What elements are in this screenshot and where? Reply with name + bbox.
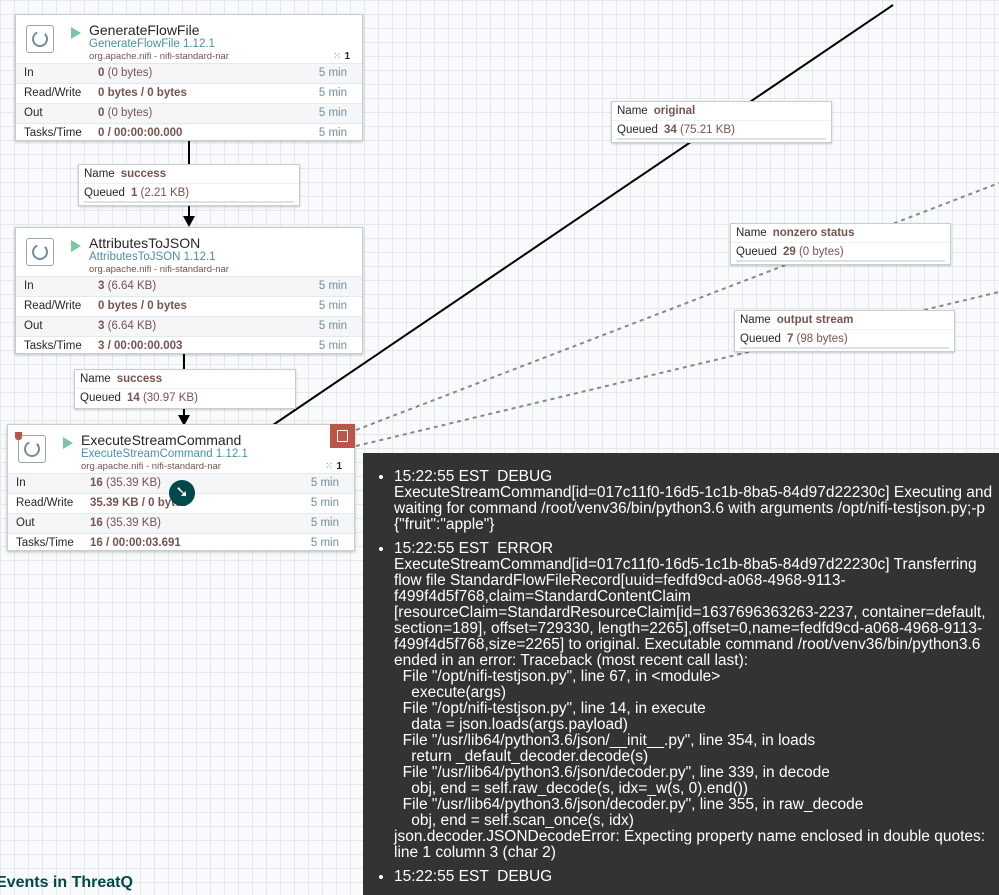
connection-label-success-2[interactable]: Name success Queued 14 (30.97 KB) [74, 369, 296, 409]
processor-generateflowfile[interactable]: GenerateFlowFile GenerateFlowFile 1.12.1… [15, 14, 363, 141]
processor-type: ExecuteStreamCommand 1.12.1 [81, 448, 248, 460]
processor-name: GenerateFlowFile [89, 22, 200, 38]
processor-attributestojson[interactable]: AttributesToJSON AttributesToJSON 1.12.1… [15, 227, 363, 354]
bottom-link-events[interactable]: Events in ThreatQ [0, 874, 133, 892]
link-nonzero-status [355, 182, 999, 431]
arrowhead-icon [183, 216, 195, 227]
link-original [272, 4, 894, 426]
running-icon [71, 27, 81, 39]
connection-label-original[interactable]: Name original Queued 34 (75.21 KB) [611, 101, 832, 143]
processor-bundle: org.apache.nifi - nifi-standard-nar [89, 51, 229, 62]
processor-bundle: org.apache.nifi - nifi-standard-nar [81, 461, 221, 472]
processor-bundle: org.apache.nifi - nifi-standard-nar [89, 264, 229, 275]
processor-icon [26, 25, 54, 53]
processor-type: AttributesToJSON 1.12.1 [89, 251, 216, 263]
active-tasks: ⁙ 1 [325, 461, 342, 472]
processor-name: ExecuteStreamCommand [81, 432, 242, 448]
processor-header: GenerateFlowFile GenerateFlowFile 1.12.1… [16, 15, 362, 63]
bulletin-tooltip: 15:22:55 EST DEBUG ExecuteStreamCommand[… [363, 453, 999, 895]
stat-in: In 3 (6.64 KB) 5 min [16, 276, 362, 296]
restricted-shield-icon [15, 432, 22, 440]
queue-bar [736, 260, 945, 262]
stat-read-write: Read/Write 0 bytes / 0 bytes 5 min [16, 83, 362, 103]
queue-bar [617, 138, 826, 140]
processor-header: AttributesToJSON AttributesToJSON 1.12.1… [16, 228, 362, 276]
processor-icon [26, 238, 54, 266]
queue-bar [740, 347, 949, 349]
running-icon [63, 437, 73, 449]
stat-tasks-time: Tasks/Time 16 / 00:00:03.691 5 min [8, 533, 354, 553]
stat-in: In 0 (0 bytes) 5 min [16, 63, 362, 83]
threads-icon: ⁙ [333, 51, 342, 62]
stat-out: Out 3 (6.64 KB) 5 min [16, 316, 362, 336]
stat-out: Out 0 (0 bytes) 5 min [16, 103, 362, 123]
connection-label-output-stream[interactable]: Name output stream Queued 7 (98 bytes) [734, 310, 955, 352]
connection-label-nonzero-status[interactable]: Name nonzero status Queued 29 (0 bytes) [730, 223, 951, 265]
connection-label-success-1[interactable]: Name success Queued 1 (2.21 KB) [78, 164, 300, 206]
processor-name: AttributesToJSON [89, 235, 201, 251]
bulletin-indicator-icon[interactable] [330, 424, 355, 448]
cursor-icon: ➘ [169, 480, 195, 506]
threads-icon: ⁙ [325, 461, 334, 472]
stat-read-write: Read/Write 0 bytes / 0 bytes 5 min [16, 296, 362, 316]
processor-header: ExecuteStreamCommand ExecuteStreamComman… [8, 425, 354, 473]
active-tasks: ⁙ 1 [333, 51, 350, 62]
queue-bar [84, 201, 294, 203]
processor-type: GenerateFlowFile 1.12.1 [89, 38, 215, 50]
bulletin-entry: 15:22:55 EST DEBUG ExecuteStreamCommand[… [394, 469, 999, 533]
bulletin-entry: 15:22:55 EST ERROR ExecuteStreamCommand[… [394, 541, 999, 861]
stat-tasks-time: Tasks/Time 0 / 00:00:00.000 5 min [16, 123, 362, 143]
processor-icon [18, 435, 46, 463]
flow-canvas[interactable]: GenerateFlowFile GenerateFlowFile 1.12.1… [0, 0, 999, 895]
stat-tasks-time: Tasks/Time 3 / 00:00:00.003 5 min [16, 336, 362, 356]
running-icon [71, 240, 81, 252]
bulletin-entry: 15:22:55 EST DEBUG [394, 869, 999, 885]
stat-out: Out 16 (35.39 KB) 5 min [8, 513, 354, 533]
